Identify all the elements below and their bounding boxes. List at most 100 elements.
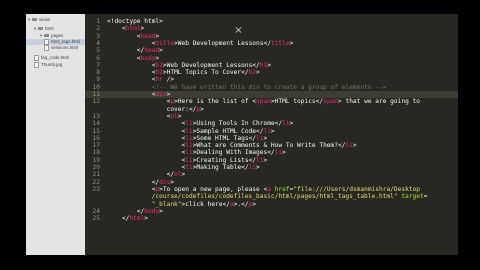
code-editor[interactable]: 1 <!doctype html> 2 <html> 3 <head> 4 <title… [85, 14, 458, 255]
code-token: h1 [155, 61, 163, 69]
code-line[interactable]: 10 <!-- We have written this div to crea… [85, 84, 458, 91]
code-line[interactable]: 15 <li>Sample HTML Code</li> [85, 128, 458, 135]
code-line[interactable]: 8 <h2>HTML Topics To Cover</h2> [85, 69, 458, 76]
code-line[interactable]: 9 <hr /> [85, 76, 458, 83]
code-text: <head> [107, 33, 159, 40]
code-line[interactable]: 11 <div> [85, 91, 458, 99]
code-token: < [107, 61, 156, 69]
code-token: >Sample HTML Code</ [192, 127, 264, 135]
code-line[interactable]: 7 <h1>Web Development Lessons</h1> [85, 62, 458, 69]
code-token: href [274, 185, 290, 193]
code-token: > that we are going to [338, 98, 420, 106]
code-token: >Web Development Lessons</ [162, 61, 260, 69]
code-token: title [270, 39, 290, 47]
code-token: >Creating Lists</ [192, 156, 257, 164]
code-token: > [200, 105, 204, 113]
line-number: 20 [92, 164, 100, 171]
code-token: li [185, 156, 193, 164]
line-number: 21 [92, 171, 100, 179]
code-line[interactable]: "_blank">click here</a>.</p> [85, 201, 458, 208]
code-text: <li>Creating Lists</li> [107, 156, 268, 164]
tree-file[interactable]: faq_code.html [34, 55, 69, 61]
code-token: "file:///Users/dsmanmishra/Desktop [293, 185, 420, 193]
code-line[interactable]: 22 </div> [85, 179, 458, 186]
code-token: > [256, 69, 260, 77]
code-token: = [423, 193, 428, 201]
code-token: >Making Table</ [192, 164, 249, 171]
code-token: title [155, 39, 175, 47]
code-line[interactable]: 1 <!doctype html> [85, 18, 458, 25]
code-token: li [345, 142, 353, 150]
code-token: li [185, 134, 193, 142]
code-line[interactable]: 19 <li>Creating Lists</li> [85, 157, 458, 164]
code-token: < [107, 112, 171, 120]
line-number: 3 [96, 32, 100, 40]
code-line[interactable]: 16 <li>Some HTML Tags</li> [85, 135, 458, 142]
code-text: <body> [107, 55, 159, 62]
code-text: </html> [107, 215, 148, 222]
tree-item-label: Thumb.jpg [41, 62, 63, 68]
code-line[interactable]: 2 <html> [85, 25, 458, 32]
code-token: < [107, 32, 141, 40]
code-token: > [282, 149, 286, 157]
code-text: </ol> [107, 171, 186, 178]
code-token: html [129, 215, 145, 223]
folder-icon [32, 18, 37, 22]
code-token: > [270, 127, 275, 135]
code-token: ol [170, 112, 178, 120]
tree-folder[interactable]: ▾ html [34, 26, 54, 32]
code-line[interactable]: 23 <p>To open a new page, please <a href… [85, 186, 458, 193]
code-token: html [125, 25, 141, 33]
code-line[interactable]: cover:</p> [85, 106, 458, 113]
code-token: cover:</ [107, 105, 197, 113]
code-text: </body> [107, 208, 163, 215]
code-line[interactable]: 20 <li>Making Table</li> [85, 164, 458, 171]
file-icon [34, 62, 39, 68]
code-text: <li>Dealing With Images</li> [107, 149, 286, 156]
tree-file[interactable]: sessions.html [44, 45, 78, 51]
code-token: > [166, 91, 171, 98]
line-number: 2 [96, 25, 100, 33]
tree-folder[interactable]: ▾ views [28, 17, 50, 23]
code-token: /course/codefiles/codefiles_basic/html/p… [107, 193, 398, 201]
line-number: 7 [96, 61, 100, 69]
code-token: li [185, 164, 193, 171]
code-token: body [144, 207, 160, 215]
code-text: <!doctype html> [107, 18, 163, 25]
code-token: > [267, 61, 271, 69]
close-icon[interactable]: × [233, 25, 244, 36]
code-line[interactable]: 4 <title>Web Development Lessons</title> [85, 40, 458, 47]
tree-file[interactable]: Thumb.jpg [34, 62, 62, 68]
code-token: > [252, 200, 257, 208]
code-token: < [107, 149, 186, 157]
code-line[interactable]: 25 </html> [85, 215, 458, 222]
code-line[interactable]: 12 <p>Here is the list of <span>HTML top… [85, 98, 458, 105]
code-line[interactable]: 21 </ol> [85, 171, 458, 178]
code-token: < [107, 142, 186, 150]
code-line[interactable]: 3 <head> [85, 33, 458, 40]
code-token: span [323, 98, 339, 106]
line-number: 6 [96, 54, 100, 62]
code-token: li [185, 142, 193, 150]
code-token: body [140, 54, 156, 62]
code-token: /> [162, 76, 175, 84]
code-token: > [352, 142, 357, 150]
code-token: </ [107, 47, 145, 55]
code-token: </ [107, 178, 160, 186]
code-line[interactable]: 18 <li>Dealing With Images</li> [85, 149, 458, 156]
code-line[interactable]: /course/codefiles/codefiles_basic/html/p… [85, 193, 458, 200]
code-line[interactable]: 13 <ol> [85, 113, 458, 120]
code-text: <li>Using Tools In Chrome</li> [107, 120, 294, 127]
code-line[interactable]: 14 <li>Using Tools In Chrome</li> [85, 120, 458, 127]
code-line[interactable]: 5 </head> [85, 47, 458, 54]
code-token: >HTML Topics To Cover</ [162, 69, 249, 77]
line-number: 19 [92, 156, 100, 164]
code-token: > [289, 39, 294, 47]
code-line[interactable]: 17 <li>What are Comments & How To Write … [85, 142, 458, 149]
code-line[interactable]: 6 <body> [85, 55, 458, 62]
code-token: li [274, 149, 283, 157]
code-line[interactable]: 24 </body> [85, 208, 458, 215]
code-token: > [159, 47, 163, 55]
code-token: < [107, 69, 156, 77]
code-token: </ [107, 215, 130, 223]
